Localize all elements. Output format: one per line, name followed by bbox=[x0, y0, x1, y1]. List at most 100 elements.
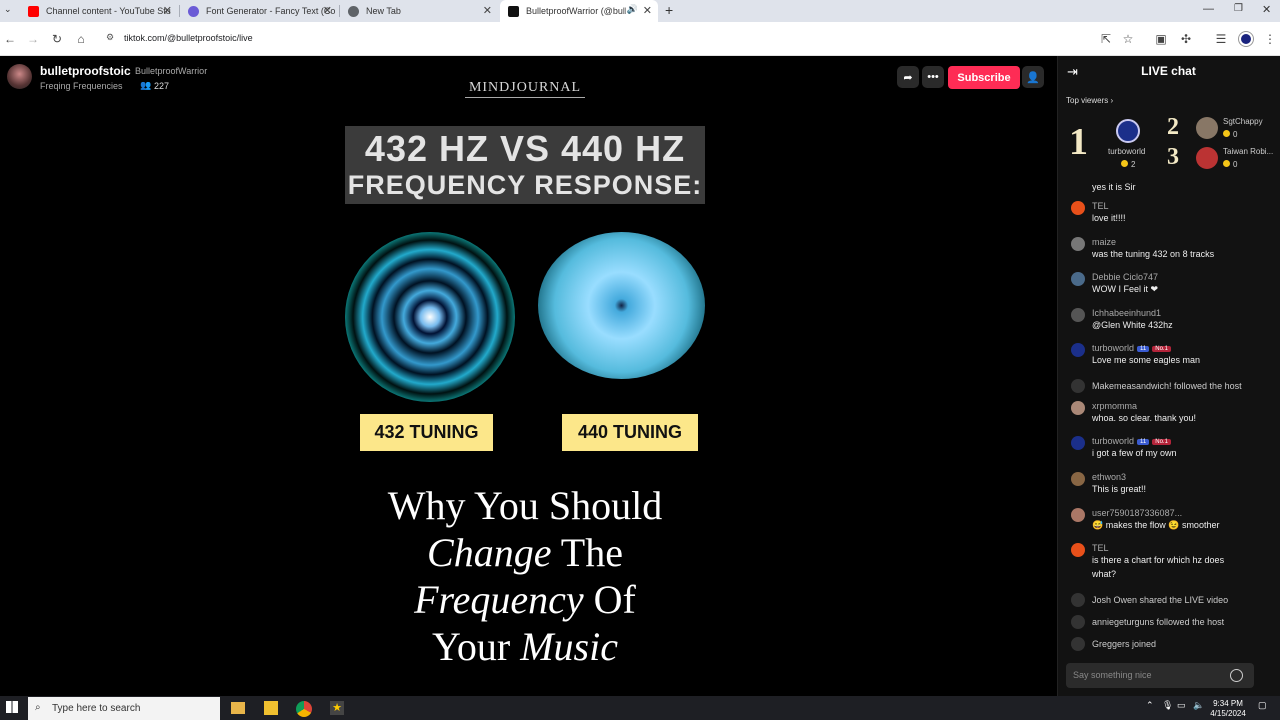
site-info-icon[interactable]: ⚙ bbox=[106, 32, 114, 43]
chrome-taskbar-icon[interactable] bbox=[296, 701, 312, 717]
top-viewer-coins: 0 bbox=[1223, 160, 1237, 169]
close-window-button[interactable]: ✕ bbox=[1262, 3, 1271, 16]
top-viewer-avatar[interactable] bbox=[1196, 117, 1218, 139]
tab-title: BulletproofWarrior (@bullet bbox=[526, 6, 626, 16]
440-tuning-label: 440 TUNING bbox=[562, 414, 698, 451]
rank-2: 2 bbox=[1167, 114, 1179, 140]
volume-icon[interactable]: 🔈 bbox=[1193, 700, 1204, 711]
reload-icon[interactable]: ↻ bbox=[48, 30, 66, 48]
address-bar[interactable]: ⚙ bbox=[102, 26, 1140, 52]
top-viewer-name: turboworld bbox=[1108, 147, 1146, 156]
user-avatar[interactable] bbox=[1071, 436, 1085, 450]
tab-list-chevron-icon[interactable]: ⌄ bbox=[4, 4, 12, 15]
close-tab-icon[interactable]: ✕ bbox=[643, 4, 652, 17]
tab-youtube-studio[interactable]: Channel content - YouTube Stu ✕ bbox=[20, 0, 178, 22]
432-tuning-label: 432 TUNING bbox=[360, 414, 493, 451]
follow-event-icon bbox=[1071, 379, 1085, 393]
restore-button[interactable]: ❐ bbox=[1234, 3, 1243, 14]
video-caption-line3: Frequency Of bbox=[414, 577, 636, 622]
minimize-button[interactable]: — bbox=[1203, 3, 1214, 15]
top-viewer-coins: 2 bbox=[1121, 160, 1135, 169]
close-tab-icon[interactable]: ✕ bbox=[483, 4, 492, 17]
kebab-menu-icon[interactable]: ⋮ bbox=[1261, 30, 1279, 48]
viewers-icon: 👥 bbox=[140, 80, 152, 90]
search-placeholder: Type here to search bbox=[52, 703, 141, 714]
new-tab-button[interactable]: + bbox=[665, 2, 673, 18]
top-viewer-avatar[interactable] bbox=[1196, 147, 1218, 169]
432-pattern-image bbox=[345, 232, 515, 402]
subscribe-button[interactable]: Subscribe bbox=[948, 66, 1020, 89]
tab-strip: ⌄ Channel content - YouTube Stu ✕ Font G… bbox=[0, 0, 1280, 22]
windows-start-icon[interactable] bbox=[6, 701, 18, 713]
chat-message: turboworld 11 No.1 Love me some eagles man bbox=[1066, 343, 1276, 367]
level-badge: 11 bbox=[1137, 439, 1150, 445]
taskbar-clock[interactable]: 9:34 PM 4/15/2024 bbox=[1206, 699, 1250, 719]
streamer-name[interactable]: bulletproofstoic bbox=[40, 64, 131, 78]
notifications-icon[interactable]: ▢ bbox=[1258, 700, 1267, 711]
tab-title: Font Generator - Fancy Text (Co bbox=[206, 6, 336, 16]
user-avatar[interactable] bbox=[1071, 308, 1085, 322]
rank-3: 3 bbox=[1167, 144, 1179, 170]
streamer-avatar[interactable] bbox=[7, 64, 32, 89]
chat-message: TEL is there a chart for which hz does w… bbox=[1066, 543, 1276, 581]
app-taskbar-icon[interactable]: ★ bbox=[330, 701, 344, 715]
open-in-app-icon[interactable]: ⇱ bbox=[1097, 30, 1115, 48]
media-controls-icon[interactable]: ☰ bbox=[1212, 30, 1230, 48]
tab-tiktok-live[interactable]: BulletproofWarrior (@bullet 🔊 ✕ bbox=[500, 0, 658, 22]
profile-avatar[interactable] bbox=[1239, 32, 1253, 46]
font-generator-icon bbox=[188, 5, 199, 17]
back-icon[interactable]: ← bbox=[1, 30, 19, 48]
bookmark-star-icon[interactable]: ☆ bbox=[1119, 30, 1137, 48]
chat-title: LIVE chat bbox=[1141, 64, 1196, 78]
video-caption-line4: Your Music bbox=[432, 624, 618, 669]
chat-message: TEL love it!!!! bbox=[1066, 201, 1276, 225]
forward-icon[interactable]: → bbox=[24, 30, 42, 48]
stream-title: Freqing Frequencies bbox=[40, 81, 123, 91]
user-avatar[interactable] bbox=[1071, 237, 1085, 251]
sticky-notes-icon[interactable] bbox=[264, 701, 278, 715]
chrome-icon bbox=[348, 5, 359, 17]
streamer-handle: BulletproofWarrior bbox=[135, 66, 208, 76]
video-caption-line2: Change The bbox=[427, 530, 623, 575]
user-avatar[interactable] bbox=[1071, 201, 1085, 215]
more-options-icon[interactable]: ••• bbox=[922, 66, 944, 88]
tab-title: New Tab bbox=[366, 6, 401, 16]
follow-user-icon[interactable]: 👤 bbox=[1022, 66, 1044, 88]
youtube-icon bbox=[28, 5, 39, 17]
file-explorer-icon[interactable] bbox=[231, 702, 245, 714]
share-icon[interactable]: ➦ bbox=[897, 66, 919, 88]
user-avatar[interactable] bbox=[1071, 543, 1085, 557]
video-brand-logo: MINDJOURNAL bbox=[465, 80, 585, 98]
microphone-icon[interactable]: 🎙 bbox=[1162, 700, 1173, 711]
close-tab-icon[interactable]: ✕ bbox=[323, 4, 332, 17]
user-avatar[interactable] bbox=[1071, 472, 1085, 486]
top-viewer-coins: 0 bbox=[1223, 130, 1237, 139]
tab-font-generator[interactable]: Font Generator - Fancy Text (Co ✕ bbox=[180, 0, 338, 22]
level-badge: 11 bbox=[1137, 346, 1150, 352]
top-viewer-avatar[interactable] bbox=[1116, 119, 1140, 143]
puzzle-icon[interactable]: ✣ bbox=[1177, 30, 1195, 48]
network-icon[interactable]: ▭ bbox=[1177, 700, 1186, 711]
user-avatar[interactable] bbox=[1071, 401, 1085, 415]
tray-chevron-icon[interactable]: ⌃ bbox=[1146, 700, 1154, 711]
user-avatar[interactable] bbox=[1071, 343, 1085, 357]
emoji-icon[interactable] bbox=[1230, 669, 1243, 682]
url-text[interactable]: tiktok.com/@bulletproofstoic/live bbox=[124, 33, 253, 43]
rank-1: 1 bbox=[1069, 121, 1088, 163]
share-event-icon bbox=[1071, 593, 1085, 607]
join-event-icon bbox=[1071, 637, 1085, 651]
chat-event: anniegeturguns followed the host bbox=[1066, 615, 1276, 629]
chat-input[interactable]: Say something nice bbox=[1066, 663, 1254, 688]
user-avatar[interactable] bbox=[1071, 272, 1085, 286]
speaker-icon[interactable]: 🔊 bbox=[627, 4, 638, 15]
home-icon[interactable]: ⌂ bbox=[72, 30, 90, 48]
tab-new-tab[interactable]: New Tab ✕ bbox=[340, 0, 498, 22]
extension-icon[interactable]: ▣ bbox=[1152, 30, 1170, 48]
rank-badge: No.1 bbox=[1152, 439, 1171, 445]
taskbar-search[interactable]: ⌕ Type here to search bbox=[28, 697, 220, 720]
close-tab-icon[interactable]: ✕ bbox=[163, 4, 172, 17]
search-icon: ⌕ bbox=[35, 702, 41, 713]
chat-message: Debbie Ciclo747 WOW I Feel it ❤ bbox=[1066, 272, 1276, 296]
user-avatar[interactable] bbox=[1071, 508, 1085, 522]
top-viewers-link[interactable]: Top viewers › bbox=[1066, 96, 1113, 105]
